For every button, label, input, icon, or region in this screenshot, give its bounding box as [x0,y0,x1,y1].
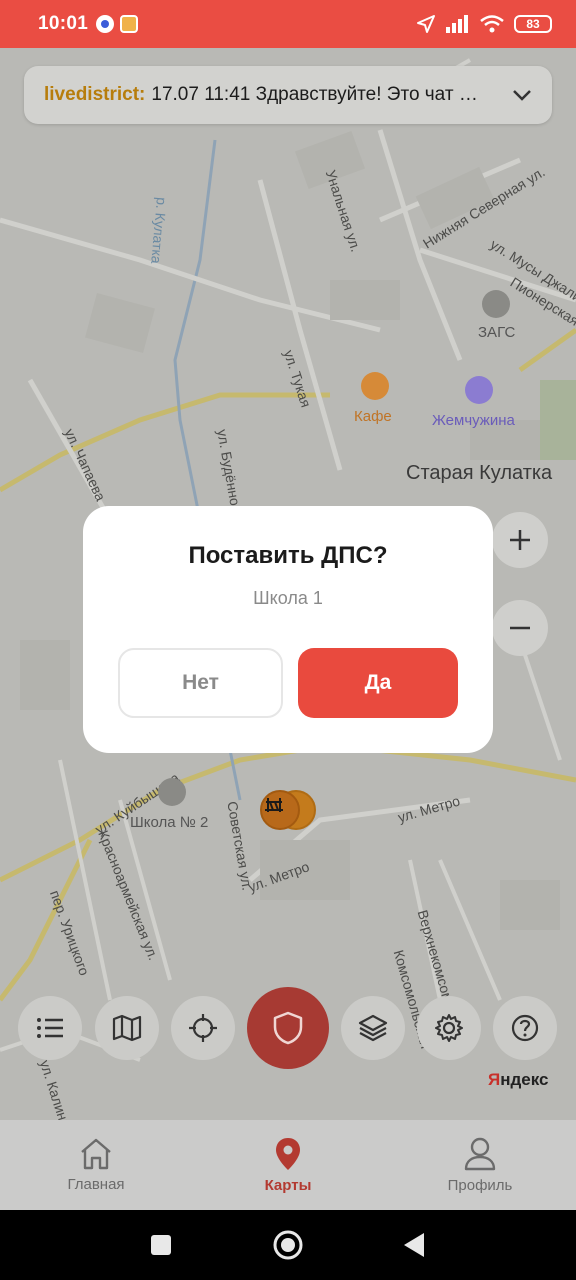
map-icon [112,1014,142,1042]
dialog-subtitle: Школа 1 [253,588,323,608]
zoom-out-button[interactable] [492,600,548,656]
layers-button[interactable] [341,996,405,1060]
wifi-icon [480,15,504,33]
school-icon[interactable] [158,778,186,806]
nav-home[interactable]: Главная [0,1120,192,1210]
status-right: 83 [416,14,552,34]
map-pin-icon [276,1137,300,1170]
notification-sender: livedistrict: [44,84,146,105]
system-navigation [0,1210,576,1280]
confirm-dps-dialog: Поставить ДПС? Школа 1 Нет Да [83,506,493,753]
support-chat-notification[interactable]: livedistrict: 17.07 11:41 Здравствуйте! … [24,66,552,124]
locate-button[interactable] [171,996,235,1060]
nav-home-label: Главная [67,1175,125,1193]
nav-profile-label: Профиль [447,1176,513,1194]
hotel-icon[interactable] [465,376,493,404]
map-type-button[interactable] [95,996,159,1060]
profile-icon [464,1137,496,1170]
plus-icon [510,530,530,550]
list-button[interactable] [18,996,82,1060]
no-button[interactable]: Нет [118,648,283,718]
app-notification-icon [96,15,115,33]
recents-icon[interactable] [150,1234,172,1256]
settings-icon [435,1014,463,1042]
bottom-navigation: Главная Карты Профиль [0,1120,576,1210]
home-button-icon[interactable] [272,1229,304,1261]
nav-profile[interactable]: Профиль [384,1120,576,1210]
cafe-icon[interactable] [361,372,389,400]
help-button[interactable] [493,996,557,1060]
nav-maps[interactable]: Карты [192,1120,384,1210]
help-icon [511,1014,539,1042]
locate-icon [189,1014,217,1042]
minus-icon [510,626,530,630]
location-arrow-icon [417,15,435,33]
poi-hotel[interactable]: Жемчужина [432,412,515,429]
status-time: 10:01 [38,13,89,34]
owl-notification-icon [120,15,139,33]
poi-school2[interactable]: Школа № 2 [130,814,208,831]
poi-zags[interactable]: ЗАГС [478,324,515,341]
signal-icon [446,15,468,33]
home-icon [81,1138,111,1169]
yandex-logo: Яндекс [488,1070,549,1089]
poi-cafe[interactable]: Кафе [354,408,392,425]
add-dps-button[interactable] [247,987,329,1069]
map-district-label: Старая Кулатка [406,462,553,484]
nav-maps-label: Карты [264,1176,312,1194]
chevron-down-icon[interactable] [512,89,532,101]
yes-button[interactable]: Да [298,648,458,718]
status-bar: 10:01 83 [0,0,576,48]
dialog-title: Поставить ДПС? [188,542,388,569]
notification-icons [96,15,139,33]
layers-icon [358,1014,388,1042]
list-icon [37,1018,63,1038]
notification-message: 17.07 11:41 Здравствуйте! Это чат поддер… [151,84,487,105]
settings-button[interactable] [417,996,481,1060]
shield-icon [273,1011,303,1045]
roadblock-icon[interactable] [260,790,300,830]
zoom-in-button[interactable] [492,512,548,568]
back-icon[interactable] [402,1232,426,1258]
zags-icon[interactable] [482,290,510,318]
battery-indicator: 83 [514,15,552,33]
